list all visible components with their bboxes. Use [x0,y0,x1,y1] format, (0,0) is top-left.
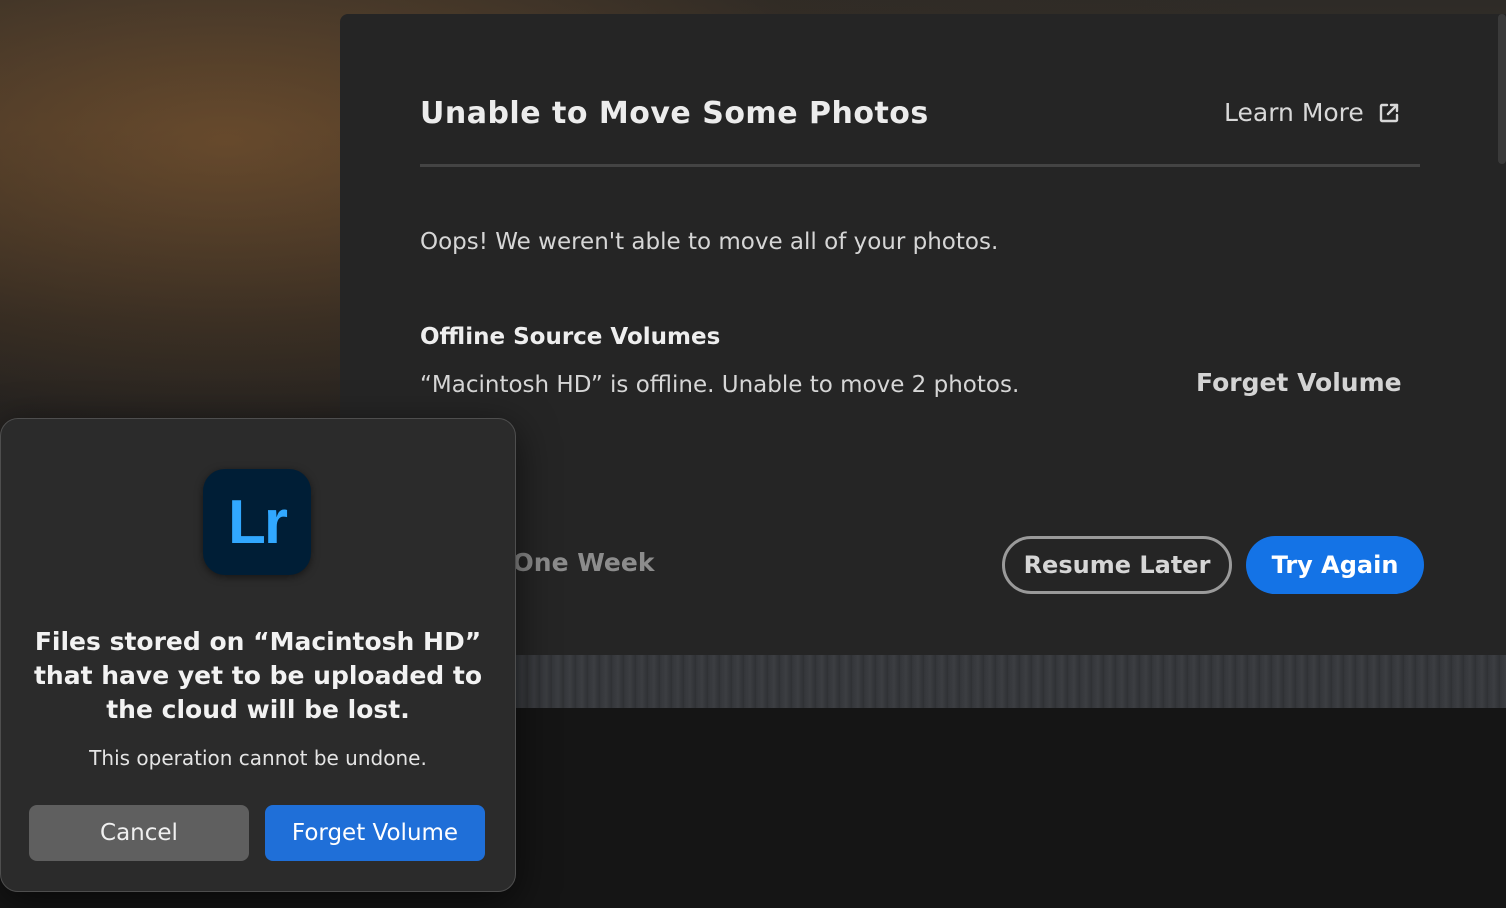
learn-more-label: Learn More [1224,98,1364,127]
title-divider [420,164,1420,167]
alert-title: Files stored on “Macintosh HD” that have… [33,627,483,724]
learn-more-link[interactable]: Learn More [1224,98,1400,127]
forget-volume-link[interactable]: Forget Volume [1196,368,1402,397]
lightroom-app-icon: Lr [203,469,311,575]
error-message: Oops! We weren't able to move all of you… [420,229,999,255]
alert-body: This operation cannot be undone. [89,746,427,770]
external-link-icon [1378,102,1400,124]
app-icon-label: Lr [228,487,288,557]
dialog-title: Unable to Move Some Photos [420,96,929,131]
resume-later-button[interactable]: Resume Later [1002,536,1232,594]
scrollbar[interactable] [1498,14,1506,164]
forget-volume-alert: Lr Files stored on “Macintosh HD” that h… [0,418,516,892]
confirm-forget-volume-button[interactable]: Forget Volume [265,805,485,861]
offline-volumes-heading: Offline Source Volumes [420,324,721,350]
cancel-button[interactable]: Cancel [29,805,249,861]
try-again-button[interactable]: Try Again [1246,536,1424,594]
volume-status-text: “Macintosh HD” is offline. Unable to mov… [420,372,1020,398]
